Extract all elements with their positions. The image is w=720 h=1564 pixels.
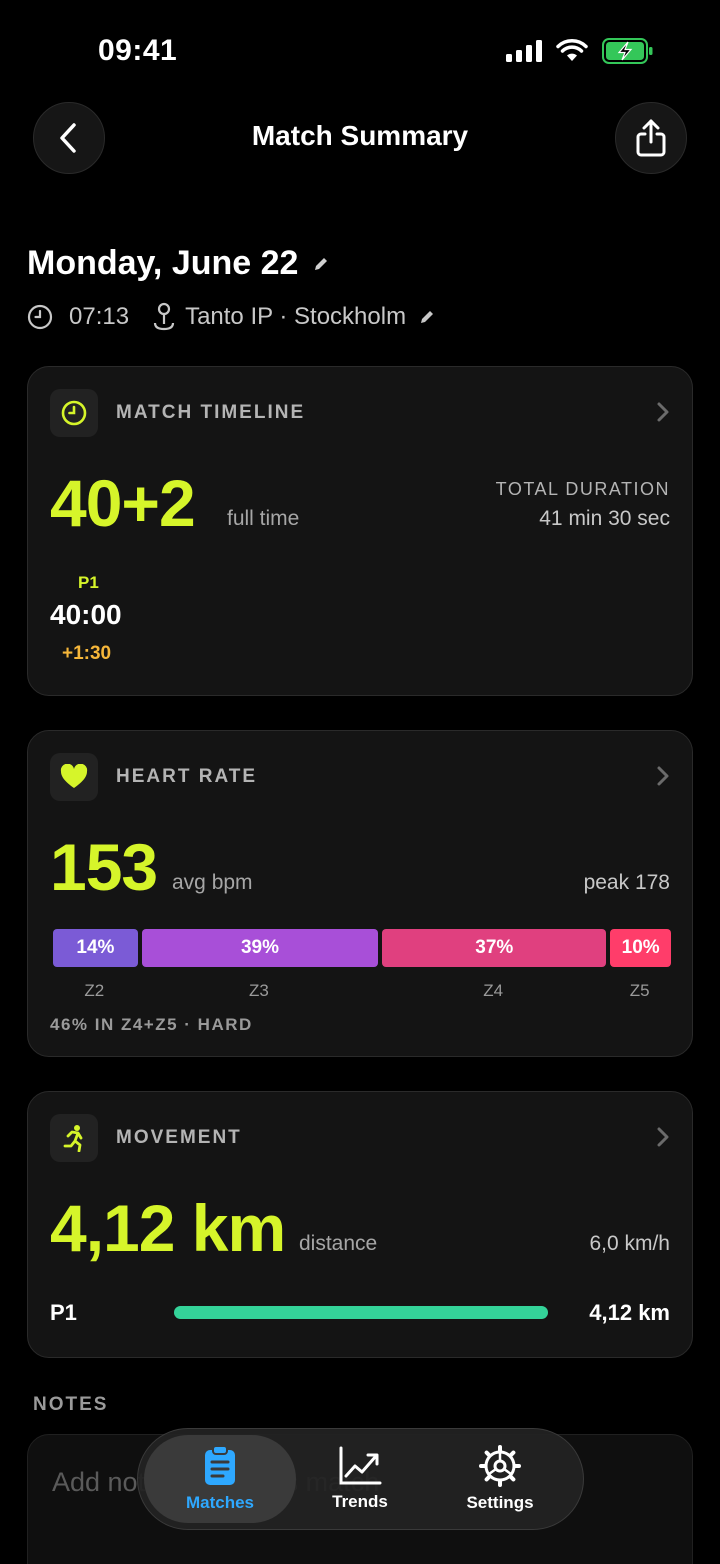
tab-bar: Matches Trends Settings bbox=[137, 1428, 584, 1530]
movement-period-track bbox=[174, 1306, 548, 1319]
card-header: MATCH TIMELINE bbox=[50, 389, 305, 437]
share-button[interactable] bbox=[615, 102, 687, 174]
edit-pencil-icon[interactable] bbox=[312, 255, 330, 273]
heart-icon-chip bbox=[50, 753, 98, 801]
distance-label: distance bbox=[299, 1232, 378, 1255]
match-score: 40+2 bbox=[50, 466, 196, 540]
share-icon bbox=[636, 119, 666, 157]
distance-value: 4,12 km bbox=[50, 1191, 286, 1265]
zone-label-z2: Z2 bbox=[84, 981, 105, 1000]
card-title: HEART RATE bbox=[116, 766, 258, 787]
chevron-right-icon[interactable] bbox=[656, 765, 670, 787]
chevron-right-icon[interactable] bbox=[656, 1126, 670, 1148]
avg-heart-rate: 153 bbox=[50, 830, 158, 904]
zone-label-z5: Z5 bbox=[629, 981, 650, 1000]
location-pin-icon bbox=[153, 302, 175, 331]
gear-icon bbox=[479, 1445, 521, 1487]
status-time: 09:41 bbox=[98, 34, 178, 67]
match-meta: 07:13 Tanto IP · Stockholm bbox=[27, 302, 436, 332]
tab-label: Settings bbox=[466, 1493, 534, 1512]
zone-segment-z5: 10% bbox=[610, 929, 671, 967]
tab-label: Trends bbox=[332, 1492, 388, 1511]
zone-segment-z3: 39% bbox=[141, 929, 379, 967]
total-duration-label: TOTAL DURATION bbox=[495, 479, 670, 499]
score-label: full time bbox=[227, 507, 300, 530]
zone-segment-z2: 14% bbox=[53, 929, 138, 967]
movement-period-distance: 4,12 km bbox=[589, 1300, 670, 1325]
movement-period-bar bbox=[174, 1306, 548, 1319]
tab-trends[interactable]: Trends bbox=[290, 1429, 430, 1529]
match-date-text: Monday, June 22 bbox=[27, 244, 299, 282]
period-label: P1 bbox=[78, 573, 99, 592]
zone-segment-z4: 37% bbox=[382, 929, 607, 967]
movement-icon-chip bbox=[50, 1114, 98, 1162]
avg-speed: 6,0 km/h bbox=[589, 1232, 670, 1255]
card-title: MOVEMENT bbox=[116, 1127, 242, 1148]
status-icons bbox=[506, 38, 654, 64]
tab-settings[interactable]: Settings bbox=[430, 1429, 570, 1529]
clipboard-icon bbox=[205, 1445, 235, 1485]
avg-bpm-label: avg bpm bbox=[172, 871, 253, 894]
chevron-right-icon[interactable] bbox=[656, 401, 670, 423]
card-header: MOVEMENT bbox=[50, 1114, 242, 1162]
battery-charging-icon bbox=[602, 38, 653, 64]
heart-rate-zone-bar: 14% 39% 37% 10% bbox=[53, 929, 671, 967]
clock-icon bbox=[61, 400, 87, 426]
tab-label: Matches bbox=[185, 1493, 255, 1512]
total-duration-value: 41 min 30 sec bbox=[539, 507, 670, 530]
notes-heading: NOTES bbox=[33, 1394, 109, 1415]
period-time: 40:00 bbox=[50, 599, 122, 630]
edit-pencil-icon[interactable] bbox=[418, 308, 436, 326]
page-title: Match Summary bbox=[251, 120, 469, 151]
peak-heart-rate: peak 178 bbox=[583, 871, 670, 894]
match-timeline-card[interactable]: MATCH TIMELINE 40+2 full time TOTAL DURA… bbox=[27, 366, 693, 696]
movement-period-label: P1 bbox=[50, 1300, 77, 1325]
trend-chart-icon bbox=[339, 1446, 382, 1485]
wifi-icon bbox=[556, 39, 588, 61]
zone-label-z3: Z3 bbox=[249, 981, 269, 1000]
period-added-time: +1:30 bbox=[62, 643, 112, 664]
card-title: MATCH TIMELINE bbox=[116, 402, 306, 423]
card-header: HEART RATE bbox=[50, 753, 257, 801]
match-location[interactable]: Tanto IP · Stockholm bbox=[185, 303, 406, 331]
heart-icon bbox=[60, 764, 88, 788]
match-date[interactable]: Monday, June 22 bbox=[27, 244, 330, 283]
running-person-icon bbox=[63, 1125, 83, 1152]
match-time: 07:13 bbox=[69, 303, 130, 330]
tab-matches[interactable]: Matches bbox=[150, 1429, 290, 1529]
zone-summary: 46% IN Z4+Z5 · HARD bbox=[50, 1015, 253, 1034]
clock-icon bbox=[27, 304, 53, 330]
cellular-signal-icon bbox=[506, 40, 542, 62]
heart-rate-card[interactable]: HEART RATE 153 avg bpm peak 178 14% 39% 37… bbox=[27, 730, 693, 1057]
timeline-icon-chip bbox=[50, 389, 98, 437]
movement-card[interactable]: MOVEMENT 4,12 km distance 6,0 km/h P1 4,… bbox=[27, 1091, 693, 1358]
zone-label-z4: Z4 bbox=[483, 981, 504, 1000]
